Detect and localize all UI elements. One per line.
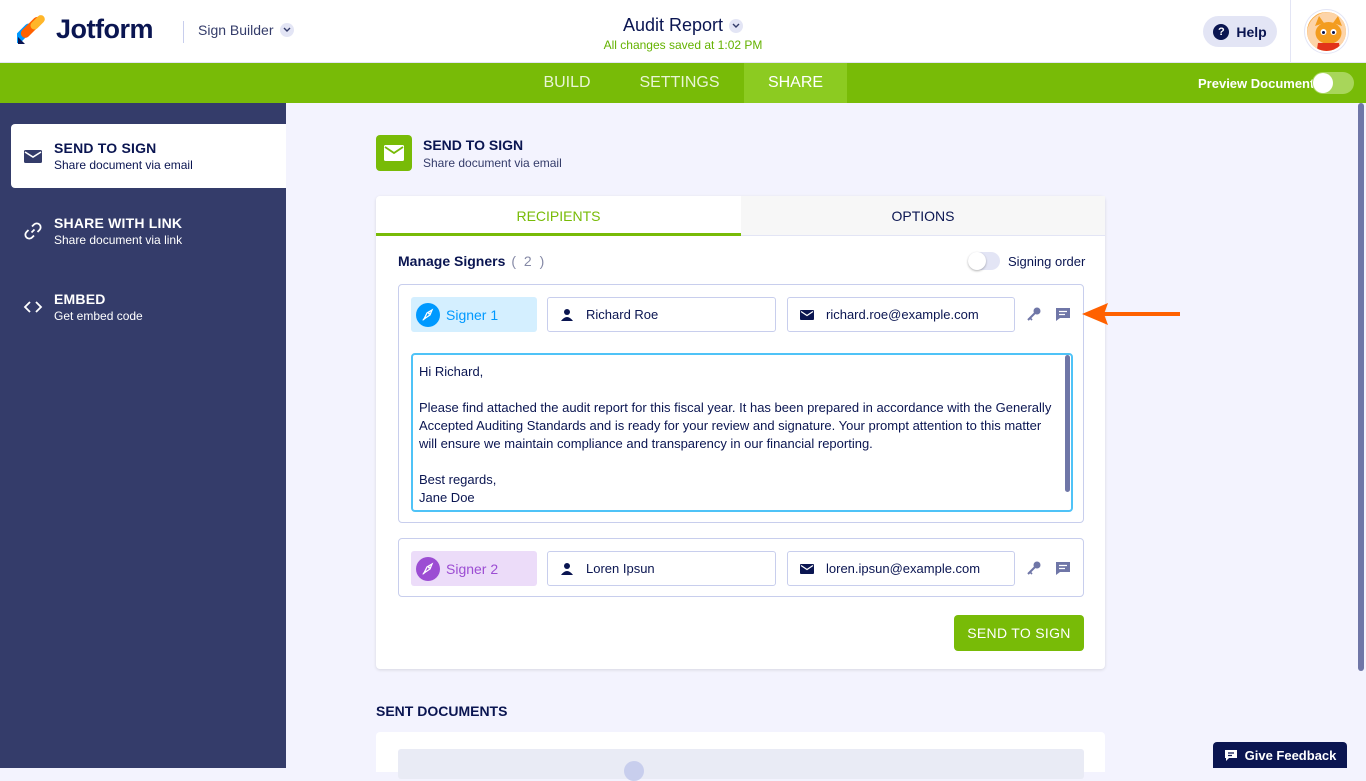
- builder-navbar: BUILD SETTINGS SHARE Preview Document: [0, 63, 1366, 103]
- sidebar-item-title: SHARE WITH LINK: [54, 215, 183, 231]
- signer-name-field[interactable]: Richard Roe: [547, 297, 776, 332]
- envelope-icon: [24, 150, 42, 163]
- signer-name: Loren Ipsun: [586, 561, 655, 576]
- link-icon: [24, 222, 42, 240]
- help-label: Help: [1236, 23, 1267, 40]
- placeholder-icon: [624, 761, 644, 781]
- section-title: SEND TO SIGN: [423, 137, 524, 153]
- tab-share[interactable]: SHARE: [744, 63, 847, 103]
- give-feedback-button[interactable]: Give Feedback: [1213, 742, 1347, 768]
- message-icon[interactable]: [1055, 560, 1071, 576]
- tab-build[interactable]: BUILD: [522, 63, 612, 103]
- document-title[interactable]: Audit Report: [622, 15, 744, 36]
- save-status: All changes saved at 1:02 PM: [603, 38, 763, 52]
- signer-email: richard.roe@example.com: [826, 307, 979, 322]
- signer-row: Signer 2 Loren Ipsun loren.ipsun@example…: [398, 538, 1084, 597]
- code-icon: [23, 301, 43, 313]
- sent-documents-card: [376, 732, 1105, 781]
- sidebar-item-title: SEND TO SIGN: [54, 140, 157, 156]
- top-bar: Jotform Sign Builder Audit Report All ch…: [0, 0, 1366, 63]
- signing-order-label: Signing order: [1008, 253, 1086, 269]
- sidebar-item-subtitle: Share document via link: [54, 233, 183, 247]
- signer-icon: [416, 302, 440, 327]
- envelope-icon: [800, 563, 814, 574]
- textarea-scrollbar[interactable]: [1065, 355, 1070, 492]
- preview-document-label: Preview Document: [1198, 76, 1315, 91]
- signer-email-field[interactable]: loren.ipsun@example.com: [787, 551, 1015, 586]
- sidebar-item-embed[interactable]: EMBED Get embed code: [11, 275, 286, 339]
- section-subtitle: Share document via email: [423, 156, 562, 170]
- recipients-card: RECIPIENTS OPTIONS Manage Signers ( 2 ) S…: [376, 196, 1105, 669]
- scrollbar-thumb[interactable]: [1358, 103, 1364, 671]
- signer-name: Richard Roe: [586, 307, 659, 322]
- sidebar-item-send-to-sign[interactable]: SEND TO SIGN Share document via email: [11, 124, 286, 188]
- signer-badge[interactable]: Signer 1: [411, 297, 537, 332]
- page-scrollbar[interactable]: [1357, 103, 1366, 768]
- person-icon: [561, 562, 573, 575]
- envelope-icon: [376, 135, 412, 171]
- divider: [1290, 0, 1291, 63]
- document-title-text: Audit Report: [622, 15, 724, 35]
- person-icon: [561, 308, 573, 321]
- signer-row: Signer 1 Richard Roe richard.roe@example…: [398, 284, 1084, 523]
- sidebar-item-title: EMBED: [54, 291, 106, 307]
- toggle-knob: [1313, 73, 1333, 93]
- signer-icon: [416, 556, 440, 581]
- give-feedback-label: Give Feedback: [1244, 747, 1337, 763]
- feedback-icon: [1224, 749, 1237, 761]
- envelope-icon: [800, 309, 814, 320]
- key-icon[interactable]: [1026, 560, 1042, 576]
- sent-documents-placeholder: [398, 749, 1084, 781]
- signer-message-textarea[interactable]: Hi Richard, Please find attached the aud…: [411, 353, 1073, 512]
- signer-name-field[interactable]: Loren Ipsun: [547, 551, 776, 586]
- sidebar: SEND TO SIGN Share document via email SH…: [0, 103, 286, 768]
- signer-label: Signer 1: [446, 306, 499, 323]
- signer-badge[interactable]: Signer 2: [411, 551, 537, 586]
- tab-options[interactable]: OPTIONS: [741, 196, 1105, 236]
- sidebar-item-subtitle: Get embed code: [54, 309, 143, 323]
- signer-count: ( 2 ): [511, 253, 547, 269]
- signer-email-field[interactable]: richard.roe@example.com: [787, 297, 1015, 332]
- signer-email: loren.ipsun@example.com: [826, 561, 981, 576]
- sidebar-item-subtitle: Share document via email: [54, 158, 193, 172]
- sent-documents-heading: SENT DOCUMENTS: [376, 703, 508, 719]
- document-title-area: Audit Report All changes saved at 1:02 P…: [0, 15, 1366, 52]
- signing-order-toggle[interactable]: [968, 252, 1000, 270]
- preview-document-toggle[interactable]: [1312, 72, 1354, 94]
- signing-order-control[interactable]: Signing order: [968, 252, 1085, 270]
- send-to-sign-button[interactable]: SEND TO SIGN: [954, 615, 1084, 651]
- tab-recipients[interactable]: RECIPIENTS: [376, 196, 741, 236]
- help-button[interactable]: ? Help: [1203, 16, 1277, 47]
- key-icon[interactable]: [1026, 306, 1042, 322]
- manage-signers-label: Manage Signers: [398, 253, 506, 269]
- signer-label: Signer 2: [446, 560, 499, 577]
- sidebar-item-share-with-link[interactable]: SHARE WITH LINK Share document via link: [11, 199, 286, 263]
- chevron-down-icon: [729, 18, 744, 33]
- question-icon: ?: [1213, 23, 1230, 40]
- message-icon[interactable]: [1055, 306, 1071, 322]
- avatar[interactable]: [1305, 10, 1348, 53]
- tab-settings[interactable]: SETTINGS: [622, 63, 737, 103]
- arrow-annotation-icon: [1082, 303, 1180, 325]
- manage-signers-heading: Manage Signers ( 2 ): [398, 253, 546, 269]
- toggle-knob: [968, 252, 986, 270]
